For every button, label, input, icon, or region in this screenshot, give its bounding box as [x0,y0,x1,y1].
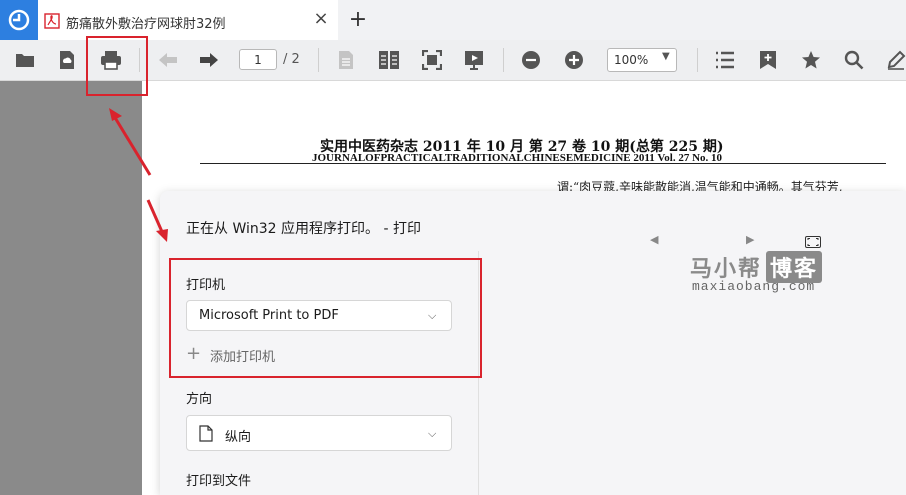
orientation-select[interactable]: 纵向 ⌵ [186,415,452,451]
orientation-label: 方向 [186,392,213,407]
list-icon[interactable] [713,48,737,72]
back-arrow-icon[interactable] [156,48,180,72]
watermark-url: maxiaobang.com [692,279,816,294]
zoom-out-icon[interactable] [519,48,543,72]
tab-bar: 筋痛散外敷治疗网球肘32例 × + [0,0,906,40]
page-total: / 2 [283,52,300,67]
annotation-arrows [109,108,168,242]
toolbar-separator [318,48,319,72]
search-icon[interactable] [842,48,866,72]
tab-close-button[interactable]: × [310,8,332,30]
bookmark-add-icon[interactable] [756,48,780,72]
presentation-icon[interactable] [462,48,486,72]
zoom-in-icon[interactable] [562,48,586,72]
toolbar-separator [503,48,504,72]
previous-page-icon[interactable]: ◀ [650,233,658,246]
chevron-down-icon: ▼ [662,51,670,62]
highlight-print-button-box [86,36,148,96]
fit-preview-icon[interactable] [805,233,821,248]
pen-icon[interactable] [884,48,906,72]
dialog-title: 正在从 Win32 应用程序打印。 - 打印 [186,221,421,237]
orientation-value: 纵向 [225,430,252,445]
pdf-file-icon [44,13,60,29]
document-tab[interactable]: 筋痛散外敷治疗网球肘32例 × [38,0,338,40]
highlight-printer-section-box [169,258,482,378]
zoom-select[interactable]: 100% ▼ [607,48,677,72]
new-tab-button[interactable]: + [346,8,370,32]
app-logo-icon[interactable] [0,0,38,40]
tab-title: 筋痛散外敷治疗网球肘32例 [66,17,226,32]
cloud-save-icon[interactable] [55,48,79,72]
open-folder-icon[interactable] [13,48,37,72]
two-page-icon[interactable] [377,48,401,72]
chevron-down-icon: ⌵ [428,427,437,440]
portrait-page-icon [199,425,213,446]
page-number-input[interactable]: 1 [239,49,277,70]
next-page-icon[interactable]: ▶ [746,233,754,246]
header-rule [200,163,886,164]
toolbar-separator [697,48,698,72]
star-icon[interactable] [799,48,823,72]
zoom-value: 100% [614,53,649,67]
page-icon[interactable] [334,48,358,72]
print-to-file-label: 打印到文件 [186,474,252,489]
forward-arrow-icon[interactable] [197,48,221,72]
fit-page-icon[interactable] [420,48,444,72]
